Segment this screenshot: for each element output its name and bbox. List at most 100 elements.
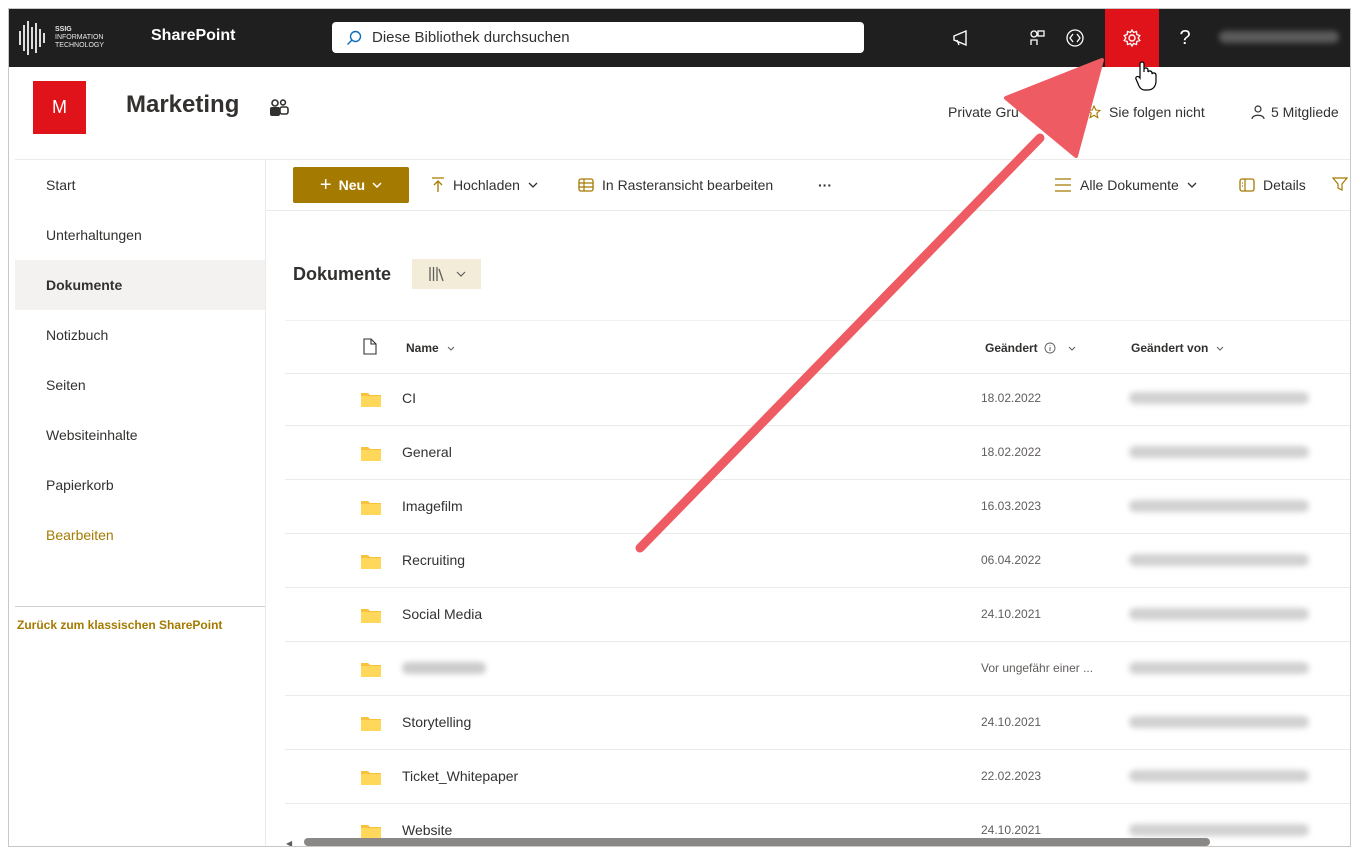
folder-name[interactable]: Ticket_Whitepaper [402,768,518,784]
members-label: 5 Mitgliede [1271,104,1339,120]
table-row[interactable]: CI 18.02.2022 [285,372,1350,426]
details-pane-icon [1239,178,1255,192]
modified-by-blurred [1129,554,1309,566]
filter-button[interactable] [1332,177,1348,191]
upload-label: Hochladen [453,177,520,193]
details-button[interactable]: Details [1239,177,1306,193]
column-name-label: Name [406,341,439,355]
app-name[interactable]: SharePoint [151,27,235,45]
chevron-down-icon [528,182,538,188]
nav-item-websiteinhalte[interactable]: Websiteinhalte [15,410,265,460]
nav-item-papierkorb[interactable]: Papierkorb [15,460,265,510]
upload-icon [432,177,444,192]
modified-by-blurred [1129,392,1309,404]
follow-label: Sie folgen nicht [1109,104,1205,120]
column-modified-by-label: Geändert von [1131,341,1209,355]
gear-icon [1123,28,1141,48]
folder-icon [361,663,381,677]
table-row[interactable]: Ticket_Whitepaper 22.02.2023 [285,750,1350,804]
column-header-modified-by[interactable]: Geändert von [1131,341,1224,355]
table-row[interactable]: Imagefilm 16.03.2023 [285,480,1350,534]
folder-icon [361,393,381,407]
modified-by-blurred [1129,716,1309,728]
privacy-label: Private Gru [948,104,1019,120]
table-row[interactable]: Vor ungefähr einer ... [285,642,1350,696]
classic-sharepoint-link[interactable]: Zurück zum klassischen SharePoint [17,618,222,632]
site-title[interactable]: Marketing [126,91,239,119]
members-button[interactable]: 5 Mitgliede [1251,104,1339,120]
help-button[interactable]: ? [1166,9,1204,67]
settings-gear-button[interactable] [1105,9,1159,67]
nav-item-start[interactable]: Start [15,160,265,210]
table-row[interactable]: Social Media 24.10.2021 [285,588,1350,642]
new-label: Neu [338,177,366,193]
table-row[interactable]: General 18.02.2022 [285,426,1350,480]
nav-item-notizbuch[interactable]: Notizbuch [15,310,265,360]
modified-by-blurred [1129,662,1309,674]
modified-date: 06.04.2022 [981,553,1042,567]
search-icon [347,30,362,45]
folder-name[interactable]: Website [402,822,452,838]
folder-icon [361,555,381,569]
column-header-modified[interactable]: Geändert [985,341,1076,355]
site-logo[interactable]: M [33,81,86,134]
user-account-blurred[interactable] [1219,31,1339,43]
chevron-down-icon [372,182,382,188]
scroll-left-arrow-icon[interactable]: ◀ [286,839,292,846]
folder-name[interactable]: Recruiting [402,552,465,568]
person-icon [1251,104,1265,119]
nav-edit-link[interactable]: Bearbeiten [15,510,265,560]
nav-item-seiten[interactable]: Seiten [15,360,265,410]
folder-icon [361,609,381,623]
code-icon[interactable] [1056,9,1094,67]
company-logo[interactable]: SSIG INFORMATION TECHNOLOGY [17,17,127,59]
library-title[interactable]: Dokumente [293,264,391,285]
column-modified-label: Geändert [985,341,1038,355]
file-type-icon[interactable] [363,338,377,355]
more-actions-button[interactable]: ··· [818,177,832,193]
nav-item-unterhaltungen[interactable]: Unterhaltungen [15,210,265,260]
folder-icon [361,825,381,839]
follow-button[interactable]: Sie folgen nicht [1087,104,1205,120]
folder-name[interactable]: Storytelling [402,714,471,730]
apps-icon[interactable] [1018,9,1056,67]
megaphone-icon[interactable] [943,9,981,67]
modified-by-blurred [1129,446,1309,458]
grid-edit-button[interactable]: In Rasteransicht bearbeiten [578,177,773,193]
chevron-down-icon [1068,346,1076,351]
column-header-name[interactable]: Name [406,341,455,355]
modified-date: 16.03.2023 [981,499,1042,513]
info-icon [1044,342,1056,354]
modified-date: 24.10.2021 [981,607,1042,621]
new-button[interactable]: + Neu [293,167,409,203]
search-input[interactable]: Diese Bibliothek durchsuchen [332,22,864,53]
view-selector[interactable]: Alle Dokumente [1054,177,1197,193]
folder-icon [361,771,381,785]
nav-item-dokumente[interactable]: Dokumente [15,260,265,310]
folder-name[interactable]: CI [402,390,416,406]
modified-date: 18.02.2022 [981,445,1042,459]
logo-mark-icon [17,21,49,55]
nav-separator [265,159,266,846]
chevron-down-icon [1217,346,1224,351]
folder-name-blurred[interactable] [402,662,486,674]
folder-name[interactable]: Social Media [402,606,482,622]
modified-by-blurred [1129,770,1309,782]
search-placeholder: Diese Bibliothek durchsuchen [372,29,570,46]
nav-divider [15,606,265,607]
table-row[interactable]: Storytelling 24.10.2021 [285,696,1350,750]
modified-date: 18.02.2022 [981,391,1042,405]
sharepoint-window: SSIG INFORMATION TECHNOLOGY SharePoint D… [8,8,1351,847]
modified-date: Vor ungefähr einer ... [981,661,1094,675]
horizontal-scrollbar[interactable] [304,838,1210,846]
chevron-down-icon [456,271,465,277]
upload-button[interactable]: Hochladen [431,177,538,193]
folder-name[interactable]: Imagefilm [402,498,463,514]
table-header: Name Geändert Geändert von [285,320,1350,374]
library-books-icon [428,267,444,282]
library-view-switcher[interactable] [412,259,481,289]
table-row[interactable]: Recruiting 06.04.2022 [285,534,1350,588]
folder-name[interactable]: General [402,444,452,460]
view-label: Alle Dokumente [1080,177,1179,193]
modified-by-blurred [1129,500,1309,512]
